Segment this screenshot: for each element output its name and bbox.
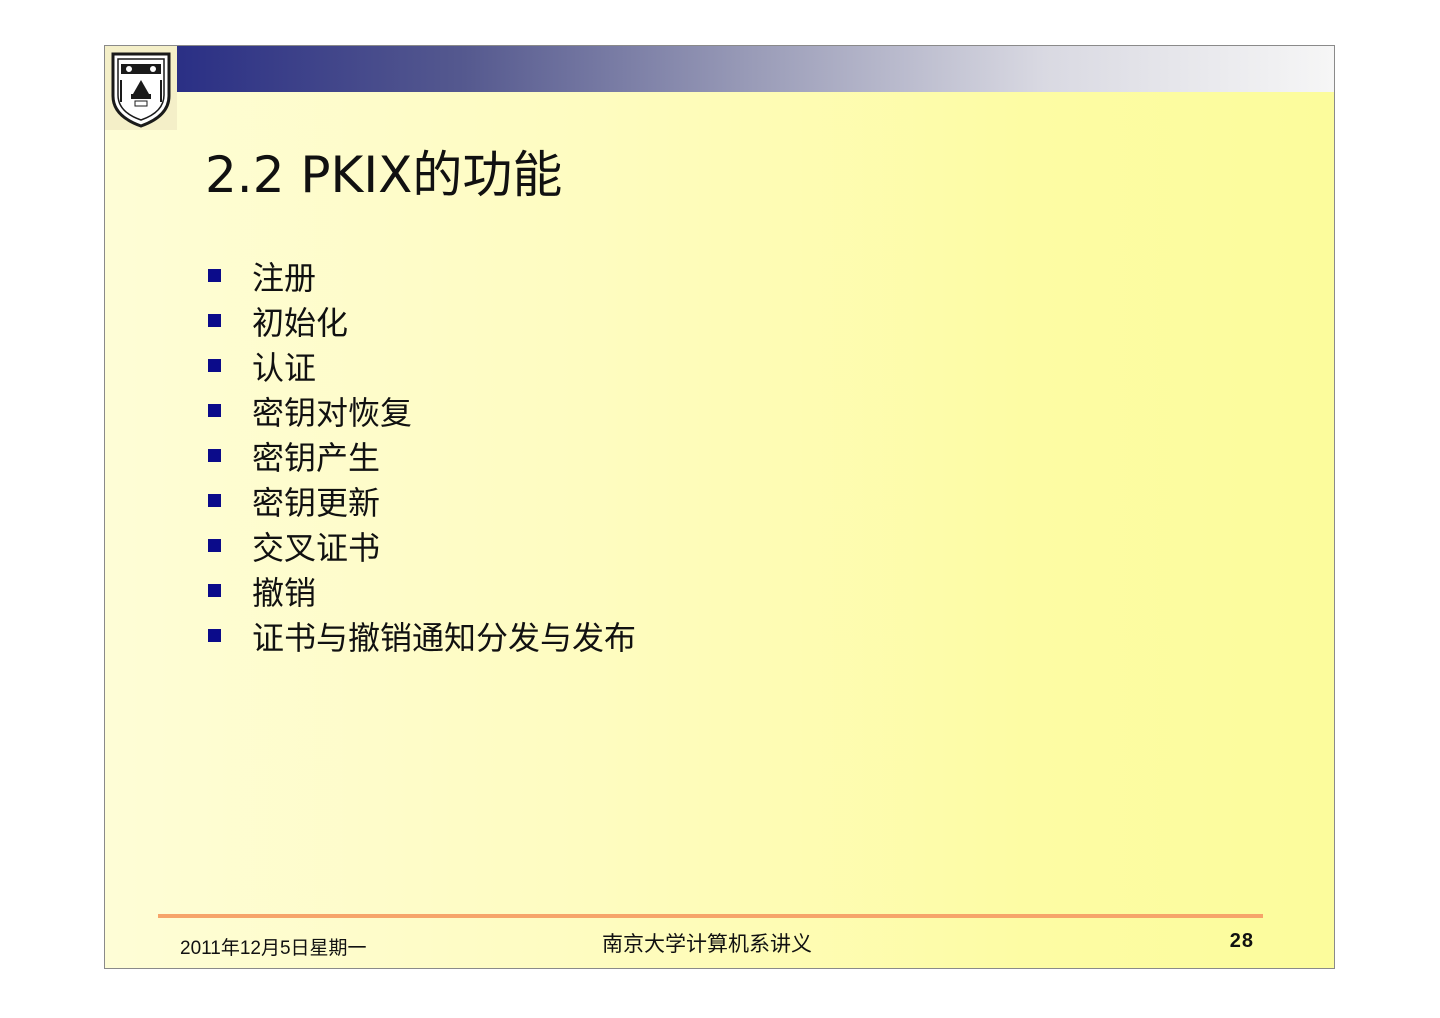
slide: 2.2 PKIX的功能 注册 初始化 认证 密钥对恢复 密钥产生 密钥更新 交叉 bbox=[104, 45, 1335, 969]
square-bullet-icon bbox=[208, 494, 221, 507]
page-number: 28 bbox=[1229, 930, 1254, 952]
square-bullet-icon bbox=[208, 269, 221, 282]
bullet-text: 交叉证书 bbox=[252, 528, 381, 567]
list-item: 证书与撤销通知分发与发布 bbox=[205, 613, 636, 658]
square-bullet-icon bbox=[208, 629, 221, 642]
slide-title: 2.2 PKIX的功能 bbox=[205, 146, 563, 204]
square-bullet-icon bbox=[208, 359, 221, 372]
list-item: 交叉证书 bbox=[205, 523, 636, 568]
bullet-text: 证书与撤销通知分发与发布 bbox=[252, 618, 637, 657]
bullet-text: 认证 bbox=[252, 348, 317, 387]
bullet-text: 撤销 bbox=[252, 573, 317, 612]
bullet-text: 密钥更新 bbox=[252, 483, 381, 522]
square-bullet-icon bbox=[208, 314, 221, 327]
bullet-text: 密钥产生 bbox=[252, 438, 381, 477]
list-item: 撤销 bbox=[205, 568, 636, 613]
list-item: 密钥对恢复 bbox=[205, 388, 636, 433]
list-item: 认证 bbox=[205, 343, 636, 388]
university-seal-icon bbox=[105, 46, 177, 130]
header-gradient-bar bbox=[175, 46, 1334, 92]
bullet-text: 密钥对恢复 bbox=[252, 393, 413, 432]
bullet-list: 注册 初始化 认证 密钥对恢复 密钥产生 密钥更新 交叉证书 撤销 证书与撤销通… bbox=[205, 253, 636, 658]
list-item: 注册 bbox=[205, 253, 636, 298]
square-bullet-icon bbox=[208, 404, 221, 417]
bullet-text: 初始化 bbox=[252, 303, 349, 342]
footer-date: 2011年12月5日星期一 bbox=[180, 938, 367, 959]
list-item: 密钥产生 bbox=[205, 433, 636, 478]
list-item: 初始化 bbox=[205, 298, 636, 343]
square-bullet-icon bbox=[208, 539, 221, 552]
footer-divider bbox=[158, 914, 1263, 918]
square-bullet-icon bbox=[208, 449, 221, 462]
bullet-text: 注册 bbox=[252, 258, 317, 297]
list-item: 密钥更新 bbox=[205, 478, 636, 523]
footer-course-title: 南京大学计算机系讲义 bbox=[602, 932, 812, 956]
square-bullet-icon bbox=[208, 584, 221, 597]
